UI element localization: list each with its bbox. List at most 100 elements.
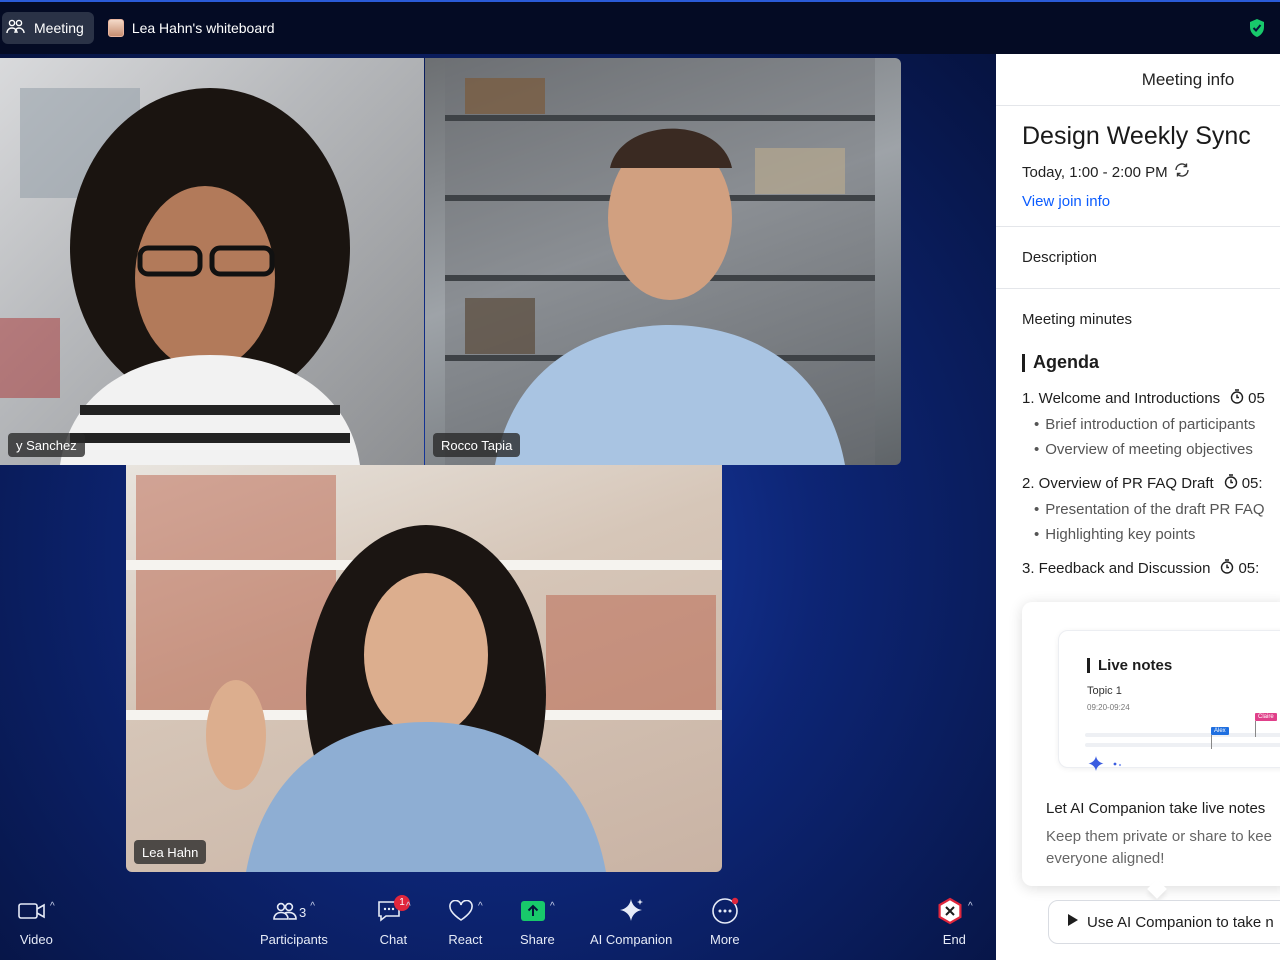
live-notes-time-range: 09:20-09:24	[1087, 703, 1130, 712]
divider	[996, 226, 1280, 227]
video-feed	[0, 88, 360, 465]
meeting-toolbar: ^ Video 3 ^ Participants 1 ^ Chat ^ Reac…	[0, 888, 996, 960]
agenda-timer: 05:	[1224, 474, 1263, 493]
meeting-time: Today, 1:00 - 2:00 PM	[1022, 163, 1168, 181]
agenda-timer-value: 05	[1248, 390, 1265, 407]
people-icon	[6, 19, 26, 38]
stopwatch-icon	[1224, 474, 1238, 493]
stopwatch-icon	[1230, 389, 1244, 408]
chat-label: Chat	[379, 932, 408, 947]
meeting-time-row: Today, 1:00 - 2:00 PM	[1022, 163, 1280, 181]
recurring-icon	[1174, 163, 1190, 181]
ai-promo-heading: Let AI Companion take live notes	[1046, 800, 1266, 817]
play-icon	[1067, 913, 1079, 931]
use-ai-companion-button[interactable]: Use AI Companion to take n	[1048, 900, 1280, 944]
timeline-track	[1085, 743, 1280, 747]
participants-icon	[273, 901, 297, 924]
tab-meeting-label: Meeting	[34, 20, 84, 36]
react-button[interactable]: ^ React	[448, 896, 483, 947]
end-label: End	[942, 932, 966, 947]
react-label: React	[448, 932, 483, 947]
agenda-item: 1. Welcome and Introductions 05	[1022, 389, 1280, 408]
participant-name-tag: Lea Hahn	[134, 840, 207, 864]
live-notes-title-text: Live notes	[1098, 657, 1173, 674]
view-join-info-link[interactable]: View join info	[1022, 193, 1280, 210]
chat-bubble-icon: 1	[376, 894, 410, 926]
end-options-chevron-icon[interactable]: ^	[968, 901, 973, 912]
timeline-track	[1085, 733, 1280, 737]
live-notes-title: Live notes	[1087, 657, 1172, 674]
agenda-item-title: 2. Overview of PR FAQ Draft	[1022, 475, 1214, 492]
video-stage: y Sanchez Rocco Tapia Lea Hahn	[0, 54, 996, 960]
video-tile-rocco[interactable]: Rocco Tapia	[425, 58, 901, 465]
chat-button[interactable]: 1 ^ Chat	[376, 894, 411, 947]
share-screen-icon	[520, 900, 546, 925]
tab-meeting[interactable]: Meeting	[2, 12, 94, 44]
meeting-title: Design Weekly Sync	[1022, 122, 1251, 150]
participants-button[interactable]: 3 ^ Participants	[260, 896, 328, 948]
ai-companion-label: AI Companion	[590, 932, 673, 947]
ai-sparkle-icon	[1087, 755, 1127, 780]
video-tile-lea[interactable]: Lea Hahn	[126, 465, 722, 872]
agenda-timer: 05	[1230, 389, 1265, 408]
share-label: Share	[520, 932, 555, 947]
meeting-info-panel: Meeting info Design Weekly Sync Today, 1…	[996, 54, 1280, 960]
heading-bar	[1022, 353, 1025, 372]
agenda-item-title: 3. Feedback and Discussion	[1022, 560, 1211, 577]
agenda-timer: 05:	[1220, 559, 1259, 578]
sparkle-icon	[617, 897, 645, 928]
heading-bar	[1087, 658, 1090, 673]
agenda-item: 3. Feedback and Discussion 05:	[1022, 559, 1280, 578]
more-button[interactable]: More	[710, 896, 740, 947]
ai-companion-promo-card: Live notes Topic 1 09:20-09:24 Alex Clai…	[1022, 602, 1280, 886]
timeline-marker	[1211, 735, 1212, 749]
live-notes-preview: Live notes Topic 1 09:20-09:24 Alex Clai…	[1058, 630, 1280, 771]
video-camera-icon	[18, 902, 46, 923]
video-feed	[126, 475, 722, 872]
share-options-chevron-icon[interactable]: ^	[550, 901, 555, 912]
video-tile-sanchez[interactable]: y Sanchez	[0, 58, 424, 465]
agenda-subitem: Highlighting key points	[1034, 526, 1280, 543]
chat-options-chevron-icon[interactable]: ^	[406, 901, 411, 912]
timeline-marker	[1255, 721, 1256, 737]
agenda-timer-value: 05:	[1238, 560, 1260, 577]
divider	[996, 288, 1280, 289]
meeting-minutes-label: Meeting minutes	[1022, 311, 1133, 328]
agenda-heading: Agenda	[1022, 352, 1280, 373]
video-label: Video	[19, 932, 53, 947]
agenda-subitem: Overview of meeting objectives	[1034, 441, 1280, 458]
react-options-chevron-icon[interactable]: ^	[478, 901, 483, 912]
end-button[interactable]: ^ End	[936, 896, 973, 947]
ai-promo-body: Keep them private or share to kee everyo…	[1046, 828, 1272, 867]
more-label: More	[710, 932, 740, 947]
heart-icon	[448, 899, 474, 925]
share-button[interactable]: ^ Share	[520, 896, 555, 947]
whiteboard-owner-avatar	[107, 19, 124, 37]
agenda-subitem: Presentation of the draft PR FAQ	[1034, 501, 1280, 518]
ai-companion-button[interactable]: AI Companion	[590, 896, 672, 947]
video-options-chevron-icon[interactable]: ^	[50, 901, 55, 912]
tab-whiteboard-label: Lea Hahn's whiteboard	[131, 20, 275, 36]
more-ellipsis-icon	[711, 897, 739, 928]
top-bar: Meeting Lea Hahn's whiteboard	[0, 0, 1280, 54]
encryption-shield-icon[interactable]	[1248, 18, 1266, 43]
video-button[interactable]: ^ Video	[18, 896, 55, 947]
participants-label: Participants	[260, 932, 328, 947]
tab-whiteboard[interactable]: Lea Hahn's whiteboard	[107, 19, 275, 37]
participant-name-tag: Rocco Tapia	[433, 433, 521, 457]
end-meeting-icon	[936, 897, 964, 928]
agenda-timer-value: 05:	[1241, 475, 1263, 492]
video-feed	[445, 58, 875, 465]
use-ai-companion-label: Use AI Companion to take n	[1087, 913, 1274, 931]
participants-options-chevron-icon[interactable]: ^	[310, 901, 315, 912]
speaker-flag-claire: Claire	[1255, 713, 1277, 721]
participants-count: 3	[298, 904, 307, 920]
speaker-flag-alex: Alex	[1211, 727, 1229, 735]
description-label[interactable]: Description	[1022, 249, 1280, 266]
stopwatch-icon	[1220, 559, 1234, 578]
agenda-subitem: Brief introduction of participants	[1034, 416, 1280, 433]
live-notes-topic: Topic 1	[1087, 685, 1122, 697]
agenda-item: 2. Overview of PR FAQ Draft 05:	[1022, 474, 1280, 493]
participant-name-tag: y Sanchez	[8, 433, 85, 457]
agenda-item-title: 1. Welcome and Introductions	[1022, 390, 1221, 407]
